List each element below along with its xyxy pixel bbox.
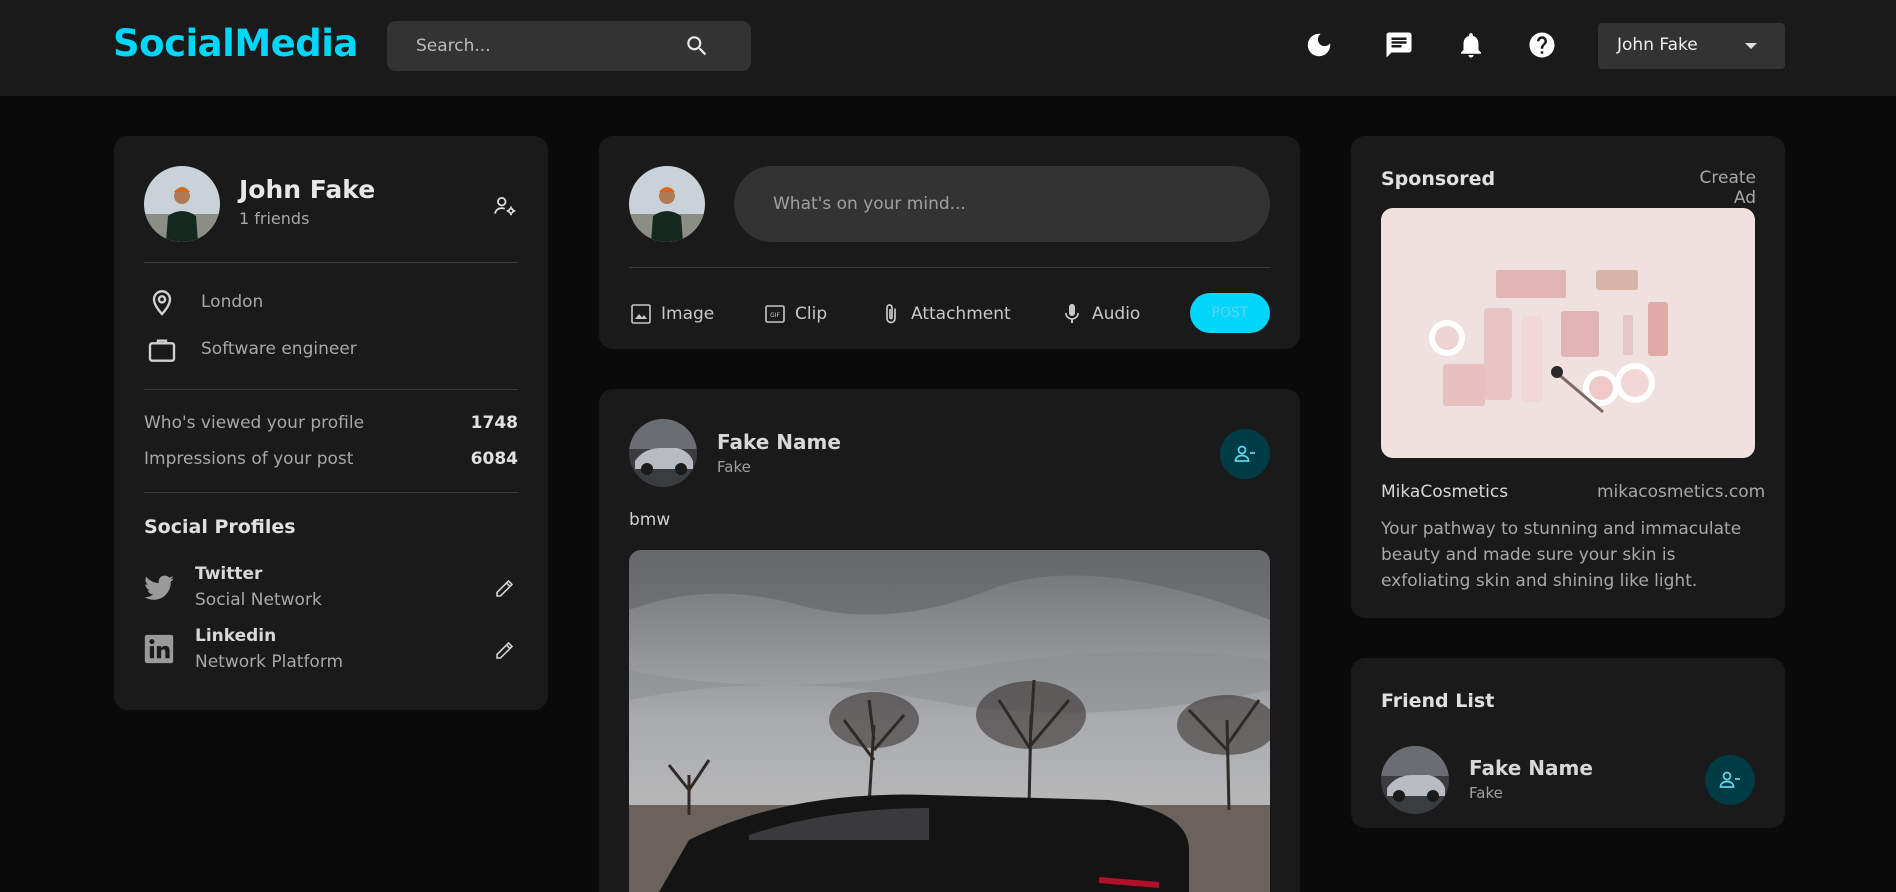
moon-icon[interactable] <box>1304 30 1334 60</box>
search-input[interactable] <box>416 21 696 71</box>
profile-avatar[interactable] <box>144 166 220 242</box>
bell-icon[interactable] <box>1456 30 1486 60</box>
stat-value: 1748 <box>470 413 518 433</box>
social-type: Network Platform <box>195 652 344 672</box>
twitter-icon <box>144 575 174 600</box>
manage-account-icon[interactable] <box>492 193 518 219</box>
image-icon <box>631 304 651 324</box>
compose-avatar <box>629 166 705 242</box>
app-logo[interactable]: SocialMedia <box>113 22 358 65</box>
linkedin-icon <box>144 634 174 664</box>
social-name[interactable]: Linkedin <box>195 626 276 646</box>
person-remove-icon <box>1719 771 1740 788</box>
top-navbar: SocialMedia John Fake <box>0 0 1896 96</box>
sponsored-title: Sponsored <box>1381 168 1496 190</box>
audio-tool-button[interactable]: Audio <box>1060 300 1140 328</box>
attachment-icon <box>886 304 896 324</box>
attachment-tool-button[interactable]: Attachment <box>879 300 1011 328</box>
chevron-down-icon <box>1745 43 1757 49</box>
friend-avatar[interactable] <box>1381 746 1449 814</box>
image-tool-label: Image <box>661 304 715 324</box>
social-name[interactable]: Twitter <box>195 564 262 584</box>
social-type: Social Network <box>195 590 322 610</box>
post-button[interactable]: POST <box>1190 293 1270 333</box>
create-ad-link[interactable]: Create Ad <box>1677 168 1757 208</box>
post-image[interactable] <box>629 550 1270 892</box>
post-author-name[interactable]: Fake Name <box>717 430 841 454</box>
stat-value: 6084 <box>470 449 518 469</box>
user-menu-label: John Fake <box>1617 35 1698 55</box>
edit-icon[interactable] <box>493 638 517 662</box>
remove-friend-button[interactable] <box>1705 755 1755 805</box>
friend-name[interactable]: Fake Name <box>1469 756 1593 780</box>
message-icon[interactable] <box>1384 30 1414 60</box>
remove-friend-button[interactable] <box>1220 429 1270 479</box>
ad-brand-name[interactable]: MikaCosmetics <box>1381 482 1508 502</box>
social-profiles-title: Social Profiles <box>144 516 296 538</box>
gif-icon: GIF <box>765 305 785 323</box>
briefcase-icon <box>148 339 176 362</box>
clip-tool-button[interactable]: GIF Clip <box>763 300 827 328</box>
profile-divider <box>144 262 518 263</box>
compose-divider <box>629 267 1270 268</box>
microphone-icon <box>1065 304 1079 323</box>
friend-list-title: Friend List <box>1381 690 1495 712</box>
ad-description: Your pathway to stunning and immaculate … <box>1381 519 1742 591</box>
help-icon[interactable] <box>1527 30 1557 60</box>
compose-input[interactable] <box>734 166 1270 242</box>
ad-image[interactable] <box>1381 208 1755 458</box>
image-tool-button[interactable]: Image <box>629 300 714 328</box>
profile-occupation: Software engineer <box>201 339 357 359</box>
search-icon[interactable] <box>684 33 710 59</box>
profile-name[interactable]: John Fake <box>239 175 375 204</box>
clip-tool-label: Clip <box>795 304 828 324</box>
profile-location: London <box>201 292 264 312</box>
stat-label: Impressions of your post <box>144 449 354 469</box>
post-description: bmw <box>629 510 671 530</box>
profile-divider <box>144 492 518 493</box>
edit-icon[interactable] <box>493 576 517 600</box>
stat-label: Who's viewed your profile <box>144 413 365 433</box>
post-author-avatar[interactable] <box>629 419 697 487</box>
audio-tool-label: Audio <box>1092 304 1141 324</box>
user-menu-select[interactable]: John Fake <box>1598 23 1785 69</box>
attachment-tool-label: Attachment <box>911 304 1011 324</box>
svg-text:GIF: GIF <box>770 312 780 319</box>
location-icon <box>152 290 172 316</box>
profile-friend-count: 1 friends <box>239 209 310 228</box>
ad-url[interactable]: mikacosmetics.com <box>1597 482 1765 502</box>
post-author-subtitle: Fake <box>717 458 751 476</box>
person-remove-icon <box>1234 445 1255 462</box>
friend-subtitle: Fake <box>1469 784 1503 802</box>
profile-divider <box>144 389 518 390</box>
